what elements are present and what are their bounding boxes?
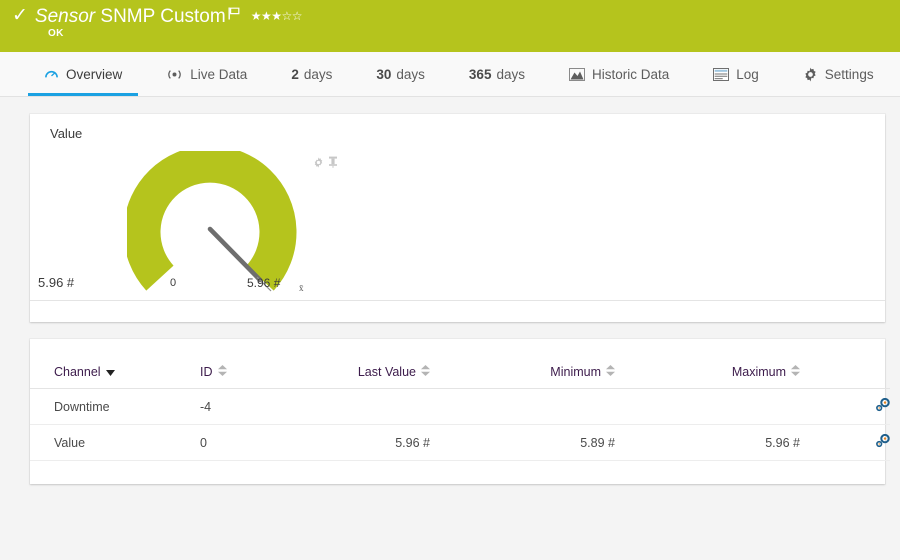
sort-updown-icon <box>421 365 430 379</box>
gauge-arc-fill <box>127 151 297 291</box>
column-header-actions <box>800 339 890 389</box>
status-badge: OK <box>48 28 64 39</box>
table-row[interactable]: Value 0 5.96 # 5.89 # 5.96 # <box>30 424 890 461</box>
tab-live-data-label: Live Data <box>190 66 248 82</box>
column-header-maximum-label: Maximum <box>731 365 786 379</box>
cell-minimum: 5.89 # <box>430 424 615 461</box>
sort-updown-icon <box>606 365 615 379</box>
priority-stars[interactable]: ★★★☆☆ <box>251 5 303 24</box>
column-header-minimum[interactable]: Minimum <box>430 339 615 389</box>
cell-id: -4 <box>200 388 260 425</box>
cell-maximum: 5.96 # <box>615 424 800 461</box>
cell-id: 0 <box>200 424 260 461</box>
gauge-card: Value x̄ 5.96 # 0 5.96 # <box>30 114 885 322</box>
column-header-channel-label: Channel <box>54 365 101 379</box>
gauge-needle <box>207 226 263 283</box>
cell-last-value <box>260 388 430 425</box>
sensor-kind-label: Sensor <box>34 6 96 27</box>
cell-maximum <box>615 388 800 425</box>
gauge-scale-min-label: 0 <box>170 277 177 289</box>
column-header-last-value-label: Last Value <box>357 365 416 379</box>
status-check-icon: ✓ <box>12 5 28 26</box>
tab-settings[interactable]: Settings <box>781 52 896 96</box>
gears-icon[interactable] <box>875 433 890 451</box>
gear-icon[interactable] <box>313 156 324 171</box>
gears-icon[interactable] <box>875 397 890 415</box>
tab-2-days-number: 2 <box>291 66 299 82</box>
live-signal-icon <box>166 68 183 81</box>
tab-log-label: Log <box>736 66 759 82</box>
gauge-card-title: Value <box>50 126 83 141</box>
page-title: Sensor SNMP Custom <box>35 5 226 29</box>
sensor-name-label: SNMP Custom <box>100 6 226 27</box>
column-header-id-label: ID <box>200 365 213 379</box>
table-row[interactable]: Downtime -4 <box>30 388 890 425</box>
tab-2-days-label: days <box>303 66 333 82</box>
caret-down-icon <box>105 365 115 379</box>
channels-table: Channel ID Last Value Minimum Maximum Do… <box>30 339 890 461</box>
channels-card: Channel ID Last Value Minimum Maximum Do… <box>30 339 890 484</box>
flag-icon[interactable] <box>228 5 240 22</box>
area-chart-icon <box>568 67 585 81</box>
tab-30-days-number: 30 <box>376 66 392 82</box>
tab-settings-label: Settings <box>824 66 874 82</box>
tab-log[interactable]: Log <box>691 52 781 96</box>
tab-historic-data-label: Historic Data <box>591 66 670 82</box>
cell-minimum <box>430 388 615 425</box>
column-header-channel[interactable]: Channel <box>30 339 200 389</box>
tab-2-days[interactable]: 2 days <box>269 52 354 96</box>
tab-30-days[interactable]: 30 days <box>354 52 447 96</box>
gauge-scale-row: 5.96 # 0 5.96 # <box>30 275 885 301</box>
column-header-id[interactable]: ID <box>200 339 260 389</box>
tab-30-days-label: days <box>396 66 425 82</box>
tab-365-days[interactable]: 365 days <box>447 52 547 96</box>
log-list-icon <box>713 67 730 81</box>
column-header-minimum-label: Minimum <box>550 365 601 379</box>
sensor-header: ✓ Sensor SNMP Custom ★★★☆☆ OK <box>0 0 900 52</box>
tab-overview[interactable]: Overview <box>22 52 144 96</box>
cell-channel: Value <box>30 424 200 461</box>
gauge-scale-max-label: 5.96 # <box>247 276 281 290</box>
sort-updown-icon <box>791 365 800 379</box>
cell-actions <box>800 424 890 461</box>
tab-live-data[interactable]: Live Data <box>144 52 269 96</box>
cell-last-value: 5.96 # <box>260 424 430 461</box>
gear-icon <box>803 67 818 82</box>
table-header-row: Channel ID Last Value Minimum Maximum <box>30 339 890 389</box>
pin-icon[interactable] <box>328 156 338 171</box>
gauge-visual-area: x̄ 5.96 # 0 5.96 # <box>30 141 885 311</box>
tab-overview-label: Overview <box>66 66 123 82</box>
sensor-header-row: ✓ Sensor SNMP Custom ★★★☆☆ <box>12 0 900 29</box>
gauge-current-value: 5.96 # <box>38 275 75 290</box>
tab-bar: Overview Live Data 2 days 30 days 365 da… <box>0 52 900 97</box>
cell-channel: Downtime <box>30 388 200 425</box>
cell-actions <box>800 388 890 425</box>
tab-365-days-label: days <box>496 66 525 82</box>
sort-updown-icon <box>217 365 227 379</box>
column-header-maximum[interactable]: Maximum <box>615 339 800 389</box>
tab-historic-data[interactable]: Historic Data <box>547 52 691 96</box>
tab-365-days-number: 365 <box>468 66 492 82</box>
gauge-icon <box>44 67 59 82</box>
gauge-toolbar <box>313 156 338 171</box>
column-header-last-value[interactable]: Last Value <box>260 339 430 389</box>
